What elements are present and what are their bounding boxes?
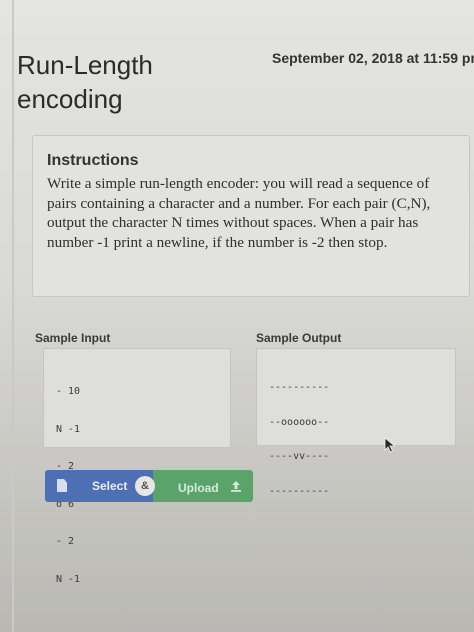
mouse-cursor-icon	[384, 437, 396, 453]
sample-output-line: ----------	[269, 382, 330, 393]
sample-output-box: ---------- --oooooo-- ----vv---- -------…	[256, 348, 456, 497]
page-title: Run-Length encoding	[17, 50, 153, 114]
upload-button[interactable]: Upload	[153, 470, 253, 502]
sample-input-line: - 2	[56, 536, 75, 547]
sample-input-box: - 10 N -1 - 2 o 6 - 2 N -1	[43, 348, 231, 585]
page-left-border	[12, 0, 14, 632]
instructions-heading: Instructions	[47, 152, 139, 169]
upload-icon	[231, 481, 241, 492]
sample-output-line: ----------	[269, 485, 330, 497]
sample-input-line: N -1	[56, 423, 81, 435]
and-separator: &	[135, 476, 155, 496]
due-date: September 02, 2018 at 11:59 pm	[272, 50, 474, 66]
sample-output-line: --oooooo--	[269, 416, 330, 428]
file-actions: Select & Upload	[45, 470, 255, 504]
sample-output-label: Sample Output	[256, 331, 342, 345]
file-icon	[57, 479, 67, 492]
upload-button-label: Upload	[178, 481, 219, 495]
sample-output-line: ----vv----	[269, 451, 330, 462]
sample-input-line: N -1	[56, 573, 81, 585]
sample-input-label: Sample Input	[35, 331, 111, 345]
select-button-label: Select	[92, 479, 128, 493]
assignment-page: Run-Length encoding September 02, 2018 a…	[0, 0, 474, 632]
sample-input-line: - 10	[56, 386, 81, 397]
instructions-text: Write a simple run-length encoder: you w…	[47, 175, 431, 251]
instructions-panel: Instructions Write a simple run-length e…	[32, 135, 470, 297]
